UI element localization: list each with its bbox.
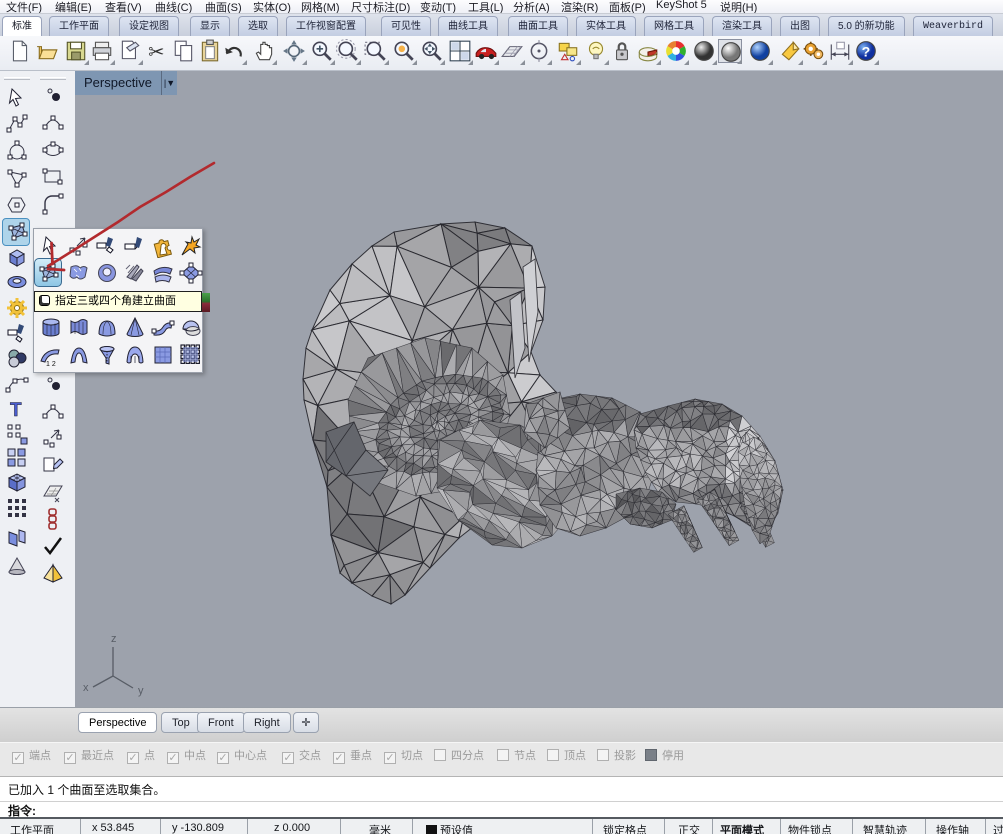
- svg-text:T: T: [10, 400, 22, 421]
- svg-text:y: y: [138, 685, 144, 697]
- svg-text:z: z: [111, 633, 117, 645]
- svg-text:✂: ✂: [148, 42, 164, 63]
- svg-text:?: ?: [862, 44, 871, 60]
- svg-text:x: x: [83, 682, 89, 694]
- svg-text:1 2: 1 2: [46, 361, 56, 367]
